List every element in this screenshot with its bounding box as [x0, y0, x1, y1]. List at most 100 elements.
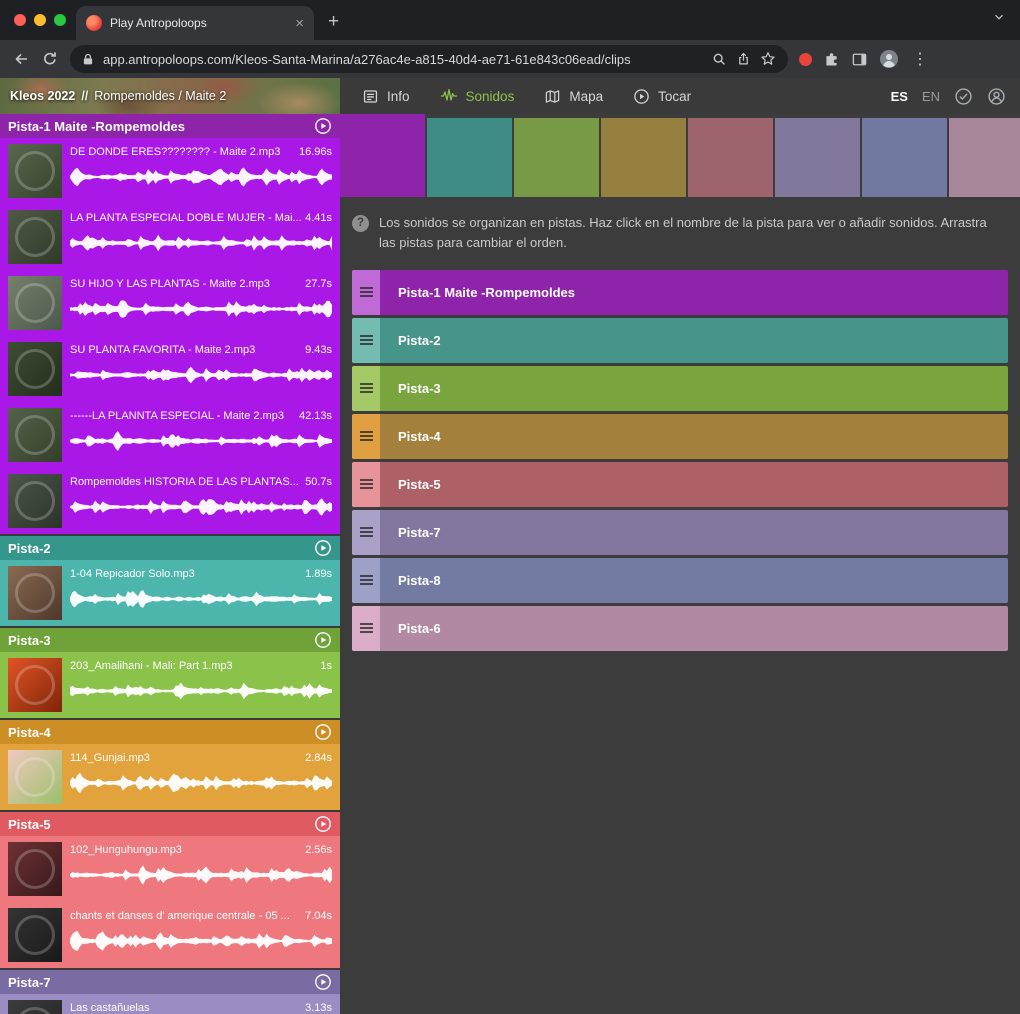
clip-title: 203_Amalihani - Mali: Part 1.mp3	[70, 660, 318, 673]
zoom-icon[interactable]	[711, 51, 727, 67]
drag-handle[interactable]	[352, 606, 380, 651]
lang-es-button[interactable]: ES	[891, 89, 908, 104]
breadcrumb-project[interactable]: Kleos 2022	[10, 89, 75, 103]
track-column-swatch[interactable]	[340, 114, 425, 197]
help-note: ? Los sonidos se organizan en pistas. Ha…	[340, 197, 1020, 262]
track-row[interactable]: Pista-1 Maite -Rompemoldes	[352, 270, 1008, 315]
play-track-button[interactable]	[314, 539, 332, 557]
track-name: Pista-3	[8, 633, 51, 648]
bookmark-star-icon[interactable]	[760, 51, 776, 67]
clip-item[interactable]: SU PLANTA FAVORITA - Maite 2.mp39.43s	[0, 336, 340, 402]
clip-item[interactable]: Rompemoldes HISTORIA DE LAS PLANTAS...50…	[0, 468, 340, 534]
play-circle-icon	[633, 88, 650, 105]
track-column-swatch[interactable]	[601, 118, 686, 197]
track-header[interactable]: Pista-7	[0, 970, 340, 994]
nav-tab-sonidos[interactable]: Sonidos	[440, 88, 515, 104]
nav-tab-info[interactable]: Info	[362, 88, 410, 105]
window-minimize-button[interactable]	[34, 14, 46, 26]
clip-item[interactable]: SU HIJO Y LAS PLANTAS - Maite 2.mp327.7s	[0, 270, 340, 336]
track-section: Pista-21-04 Repicador Solo.mp31.89s	[0, 536, 340, 626]
profile-avatar[interactable]	[879, 49, 899, 69]
window-zoom-button[interactable]	[54, 14, 66, 26]
nav-tab-mapa[interactable]: Mapa	[544, 88, 603, 105]
clip-item[interactable]: 114_Gunjai.mp32.84s	[0, 744, 340, 810]
help-text: Los sonidos se organizan en pistas. Haz …	[379, 213, 996, 252]
reload-button[interactable]	[41, 50, 59, 68]
info-icon	[362, 88, 379, 105]
track-row-label: Pista-4	[380, 414, 441, 459]
track-row[interactable]: Pista-8	[352, 558, 1008, 603]
drag-handle[interactable]	[352, 414, 380, 459]
address-bar[interactable]: app.antropoloops.com/Kleos-Santa-Marina/…	[70, 45, 788, 73]
track-header[interactable]: Pista-4	[0, 720, 340, 744]
drag-handle[interactable]	[352, 366, 380, 411]
lang-en-button[interactable]: EN	[922, 89, 940, 104]
play-track-button[interactable]	[314, 723, 332, 741]
clip-list: 114_Gunjai.mp32.84s	[0, 744, 340, 810]
clip-waveform	[70, 164, 332, 190]
nav-tab-tocar[interactable]: Tocar	[633, 88, 691, 105]
clip-item[interactable]: 203_Amalihani - Mali: Part 1.mp31s	[0, 652, 340, 718]
track-column-swatch[interactable]	[514, 118, 599, 197]
track-column-swatch[interactable]	[949, 118, 1020, 197]
track-row[interactable]: Pista-3	[352, 366, 1008, 411]
track-row[interactable]: Pista-6	[352, 606, 1008, 651]
drag-handle[interactable]	[352, 510, 380, 555]
track-column-swatch[interactable]	[427, 118, 512, 197]
breadcrumb-path[interactable]: Rompemoldes / Maite 2	[94, 89, 226, 103]
track-row-label: Pista-8	[380, 558, 441, 603]
swatches	[340, 114, 1020, 197]
clip-item[interactable]: Las castañuelas3.13s	[0, 994, 340, 1014]
breadcrumb: Kleos 2022 // Rompemoldes / Maite 2	[0, 78, 340, 114]
track-header[interactable]: Pista-3	[0, 628, 340, 652]
track-header[interactable]: Pista-2	[0, 536, 340, 560]
clip-item[interactable]: ------LA PLANNTA ESPECIAL - Maite 2.mp34…	[0, 402, 340, 468]
tab-overflow-chevron-icon[interactable]	[992, 10, 1006, 29]
play-track-button[interactable]	[314, 117, 332, 135]
account-icon[interactable]	[987, 87, 1006, 106]
track-section: Pista-1 Maite -RompemoldesDE DONDE ERES?…	[0, 114, 340, 534]
track-row[interactable]: Pista-2	[352, 318, 1008, 363]
clip-item[interactable]: LA PLANTA ESPECIAL DOBLE MUJER - Mai...4…	[0, 204, 340, 270]
track-header[interactable]: Pista-1 Maite -Rompemoldes	[0, 114, 340, 138]
tab-favicon-icon	[86, 15, 102, 31]
track-name: Pista-5	[8, 817, 51, 832]
back-button[interactable]	[12, 50, 30, 68]
window-close-button[interactable]	[14, 14, 26, 26]
track-name: Pista-7	[8, 975, 51, 990]
tab-close-icon[interactable]: ×	[293, 15, 306, 32]
clip-waveform	[70, 296, 332, 322]
track-header[interactable]: Pista-5	[0, 812, 340, 836]
clip-item[interactable]: chants et danses d' amerique centrale - …	[0, 902, 340, 968]
clip-item[interactable]: 1-04 Repicador Solo.mp31.89s	[0, 560, 340, 626]
clip-thumbnail	[8, 908, 62, 962]
play-track-button[interactable]	[314, 631, 332, 649]
recording-indicator-icon[interactable]	[799, 53, 812, 66]
drag-handle[interactable]	[352, 462, 380, 507]
play-track-button[interactable]	[314, 815, 332, 833]
clip-item[interactable]: DE DONDE ERES???????? - Maite 2.mp316.96…	[0, 138, 340, 204]
browser-tab[interactable]: Play Antropoloops ×	[76, 6, 314, 40]
clip-thumbnail	[8, 842, 62, 896]
share-icon[interactable]	[736, 51, 751, 67]
track-column-swatch[interactable]	[862, 118, 947, 197]
track-row[interactable]: Pista-5	[352, 462, 1008, 507]
play-track-button[interactable]	[314, 973, 332, 991]
new-tab-button[interactable]: +	[314, 11, 353, 33]
track-column-swatch[interactable]	[775, 118, 860, 197]
clip-thumbnail	[8, 566, 62, 620]
track-row[interactable]: Pista-4	[352, 414, 1008, 459]
track-column-swatch[interactable]	[688, 118, 773, 197]
track-row[interactable]: Pista-7	[352, 510, 1008, 555]
drag-handle[interactable]	[352, 270, 380, 315]
sync-check-icon[interactable]	[954, 87, 973, 106]
drag-handle[interactable]	[352, 558, 380, 603]
extensions-puzzle-icon[interactable]	[823, 51, 840, 68]
clip-item[interactable]: 102_Hunguhungu.mp32.56s	[0, 836, 340, 902]
clip-duration: 3.13s	[305, 1002, 332, 1014]
clip-thumbnail	[8, 1000, 62, 1014]
drag-handle[interactable]	[352, 318, 380, 363]
browser-menu-icon[interactable]: ⋮	[910, 49, 930, 69]
side-panel-icon[interactable]	[851, 51, 868, 68]
clip-duration: 16.96s	[299, 146, 332, 159]
